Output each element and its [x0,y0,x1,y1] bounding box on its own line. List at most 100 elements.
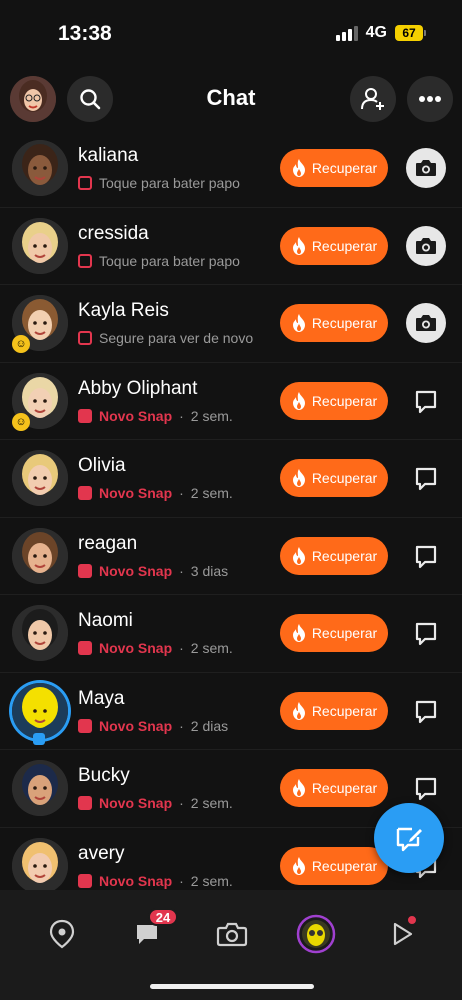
chat-reply-icon[interactable] [413,466,439,492]
recover-button[interactable]: Recuperar [280,459,388,497]
chat-row[interactable]: reagan Novo Snap · 3 dias Recuperar [0,518,462,595]
snap-status-icon [78,641,92,655]
recover-label: Recuperar [311,702,378,719]
recover-button[interactable]: Recuperar [280,614,388,652]
nav-camera[interactable] [210,912,254,956]
friend-name: Kayla Reis [78,300,169,321]
recover-button[interactable]: Recuperar [280,304,388,342]
status-time: 2 sem. [190,795,233,811]
chat-status: Novo Snap · 2 sem. [78,640,233,656]
recover-label: Recuperar [311,625,378,641]
separator-dot: · [179,640,184,656]
chat-row[interactable]: ☺ Kayla Reis Segure para ver de novo Recupe… [0,285,462,363]
snap-status-icon [78,331,92,345]
friend-name: kaliana [78,145,139,166]
friend-avatar[interactable] [12,837,68,890]
nav-stories[interactable] [294,912,338,956]
recover-label: Recuperar [311,857,378,874]
friend-avatar[interactable] [12,527,68,584]
recover-label: Recuperar [311,315,378,331]
status-text: Novo Snap [99,407,173,424]
home-indicator [150,984,314,989]
separator-dot: · [179,717,184,734]
recover-button[interactable]: Recuperar [280,769,388,807]
fire-icon [292,779,305,797]
chat-reply-icon[interactable] [413,776,439,802]
friend-avatar[interactable] [12,140,68,196]
friend-avatar[interactable] [12,682,68,739]
status-text: Novo Snap [99,562,173,579]
status-indicators: 4G 67 [335,24,426,42]
snap-status-icon [78,486,92,500]
snap-status-icon [78,563,92,578]
more-icon [419,96,441,102]
friend-avatar[interactable] [12,760,68,816]
status-text: Toque para bater papo [99,252,240,269]
snap-status-icon [78,253,92,268]
status-text: Novo Snap [99,640,173,656]
chat-row[interactable]: ☺ Abby Oliphant Novo Snap · 2 sem. Recuperar [0,363,462,440]
chat-reply-icon[interactable] [413,544,439,570]
chat-status: Novo Snap · 2 sem. [78,795,233,811]
reply-camera-button[interactable] [406,148,446,188]
fire-icon [292,701,305,720]
friend-avatar[interactable] [12,217,68,274]
camera-icon [416,315,436,331]
friend-avatar[interactable] [12,605,68,661]
friend-avatar[interactable] [12,450,68,506]
status-time: 2 sem. [190,485,233,501]
recover-button[interactable]: Recuperar [280,691,388,730]
camera-icon [416,160,436,176]
chat-reply-icon[interactable] [413,389,439,415]
chat-row[interactable]: kaliana Toque para bater papo Recuperar [0,130,462,208]
friend-name: Olivia [78,455,126,476]
friend-name: Bucky [78,765,130,786]
status-bar: 13:38 4G 67 [0,0,462,60]
separator-dot: · [179,872,184,889]
recover-label: Recuperar [311,160,378,176]
status-text: Novo Snap [99,795,173,811]
emoji-badge-icon: ☺ [12,335,30,353]
chat-row[interactable]: Naomi Novo Snap · 2 sem. Recuperar [0,595,462,673]
friend-name: Naomi [78,610,133,631]
chat-header: Chat [0,74,462,124]
recover-button[interactable]: Recuperar [280,226,388,265]
more-button[interactable] [407,76,453,122]
add-friend-button[interactable] [350,76,396,122]
recover-button[interactable]: Recuperar [280,846,388,885]
recover-button[interactable]: Recuperar [280,381,388,420]
battery-level: 67 [395,25,423,41]
status-text: Novo Snap [99,717,173,734]
reply-camera-button[interactable] [406,225,446,266]
snap-status-icon [78,176,92,190]
chat-status: Segure para ver de novo [78,330,253,346]
recover-label: Recuperar [311,547,378,564]
recover-button[interactable]: Recuperar [280,149,388,187]
fire-icon [292,624,305,642]
emoji-badge-icon: ☺ [12,412,30,431]
chat-row[interactable]: Olivia Novo Snap · 2 sem. Recuperar [0,440,462,518]
recover-label: Recuperar [311,392,378,409]
nav-map[interactable] [40,912,84,956]
chat-row[interactable]: cressida Toque para bater papo Recuperar [0,208,462,285]
snap-status-icon [78,873,92,888]
chat-status: Novo Snap · 3 dias [78,563,228,579]
chat-reply-icon[interactable] [413,621,439,647]
chat-row[interactable]: Maya Novo Snap · 2 dias Recuperar [0,673,462,750]
chat-status: Novo Snap · 2 sem. [78,408,233,424]
recover-button[interactable]: Recuperar [280,536,388,575]
status-text: Toque para bater papo [99,175,240,191]
snap-status-icon [78,408,92,423]
status-time: 3 dias [190,562,229,579]
separator-dot: · [179,562,184,579]
new-chat-button[interactable] [374,803,444,873]
compose-icon [396,827,422,852]
status-text: Segure para ver de novo [99,330,254,346]
reply-camera-button[interactable] [406,303,446,343]
camera-icon [216,922,248,947]
chat-reply-icon[interactable] [413,699,439,725]
snap-status-icon [78,796,92,810]
friend-name: reagan [78,532,138,554]
recover-label: Recuperar [311,780,378,796]
chat-status: Novo Snap · 2 sem. [78,485,233,501]
